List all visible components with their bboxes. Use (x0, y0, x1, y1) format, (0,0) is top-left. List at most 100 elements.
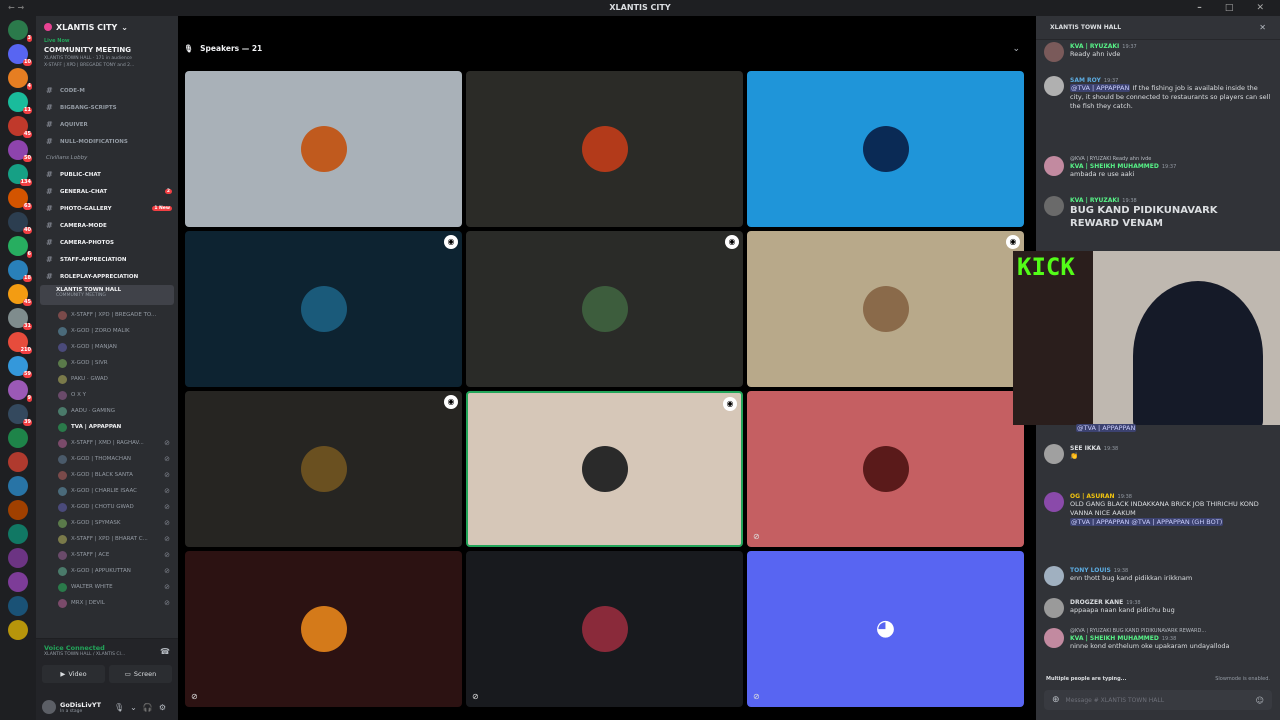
server-icon[interactable]: 45 (8, 116, 32, 138)
channel-item[interactable]: # STAFF-APPRECIATION (36, 251, 178, 268)
voice-user[interactable]: X-STAFF | XPD | BHARAT C... ⊘ (36, 531, 178, 547)
server-icon[interactable]: 11 (8, 92, 32, 114)
voice-user[interactable]: X-GOD | MANJAN (36, 339, 178, 355)
server-header[interactable]: XLANTIS CITY ⌄ (36, 16, 178, 38)
channel-item[interactable]: # CAMERA-MODE (36, 217, 178, 234)
voice-user[interactable]: X-STAFF | ACE ⊘ (36, 547, 178, 563)
server-icon[interactable]: 59 (8, 356, 32, 378)
avatar[interactable] (1044, 196, 1064, 216)
speaker-tile[interactable]: ◉ (466, 231, 743, 387)
close-icon[interactable]: ✕ (1259, 23, 1266, 32)
voice-user[interactable]: PAKU · GWAD (36, 371, 178, 387)
voice-user[interactable]: MRX | DEVIL ⊘ (36, 595, 178, 611)
speaker-tile[interactable]: ⊘ (185, 551, 462, 707)
emoji-icon[interactable]: ☺ (1256, 696, 1264, 705)
voice-user[interactable]: WALTER WHITE ⊘ (36, 579, 178, 595)
server-icon[interactable]: 134 (8, 164, 32, 186)
author-name[interactable]: SEE IKKA (1070, 445, 1101, 452)
collapse-chevron-icon[interactable]: ⌄ (1012, 44, 1020, 54)
voice-user[interactable]: TVA | APPAPPAN (36, 419, 178, 435)
server-icon[interactable]: 63 (8, 188, 32, 210)
voice-user[interactable]: X-GOD | CHARLIE ISAAC ⊘ (36, 483, 178, 499)
server-icon[interactable] (8, 572, 28, 592)
server-icon[interactable]: 9 (8, 380, 32, 402)
speaker-tile[interactable]: ◕ ⊘ (747, 551, 1024, 707)
speaker-tile[interactable]: ◉ (185, 391, 462, 547)
channel-item[interactable]: # BIGBANG-SCRIPTS (36, 99, 178, 116)
screen-button[interactable]: ▭ Screen (109, 665, 172, 683)
window-controls[interactable]: – □ ✕ (1197, 0, 1274, 16)
server-icon[interactable] (8, 596, 28, 616)
avatar[interactable] (1044, 598, 1064, 618)
nav-arrows[interactable]: ← → (8, 0, 24, 16)
add-icon[interactable]: ⊕ (1052, 695, 1060, 705)
server-icon[interactable]: 40 (8, 212, 32, 234)
avatar[interactable] (1044, 156, 1064, 176)
voice-user[interactable]: AADU · GAMING (36, 403, 178, 419)
mention[interactable]: @TVA | APPAPPAN @TVA | APPAPPAN (GH BOT) (1070, 518, 1224, 526)
channel-item[interactable]: # CODE-M (36, 82, 178, 99)
voice-user[interactable]: X-GOD | THOMACHAN ⊘ (36, 451, 178, 467)
channel-item[interactable]: # PHOTO-GALLERY 1 New (36, 200, 178, 217)
speaker-tile[interactable]: ◉ (747, 231, 1024, 387)
author-name[interactable]: KVA | SHEIKH MUHAMMED (1070, 635, 1159, 642)
speaker-tile[interactable] (185, 71, 462, 227)
video-button[interactable]: ▶ Video (42, 665, 105, 683)
channel-item[interactable]: # CAMERA-PHOTOS (36, 234, 178, 251)
voice-user[interactable]: X-GOD | SPYMASK ⊘ (36, 515, 178, 531)
voice-user[interactable]: X-STAFF | XMD | RAGHAV... ⊘ (36, 435, 178, 451)
avatar[interactable] (1044, 628, 1064, 648)
avatar[interactable] (42, 700, 56, 714)
server-icon[interactable] (8, 620, 28, 640)
avatar[interactable] (1044, 492, 1064, 512)
category-header[interactable]: Civilians Lobby (36, 150, 178, 166)
speaker-tile[interactable] (466, 71, 743, 227)
avatar[interactable] (1044, 444, 1064, 464)
server-icon[interactable]: 10 (8, 44, 32, 66)
server-icon[interactable]: 45 (8, 284, 32, 306)
server-icon[interactable] (8, 524, 28, 544)
server-icon[interactable]: 31 (8, 308, 32, 330)
server-icon[interactable]: 18 (8, 260, 32, 282)
channel-item[interactable]: # PUBLIC-CHAT (36, 166, 178, 183)
channel-item[interactable]: # AQUIVER (36, 116, 178, 133)
disconnect-icon[interactable]: ☎ (160, 647, 170, 656)
channel-item[interactable]: # NULL-MODIFICATIONS (36, 133, 178, 150)
server-icon[interactable]: 39 (8, 404, 32, 426)
speaker-tile[interactable]: ◉ (185, 231, 462, 387)
server-icon[interactable] (8, 452, 28, 472)
speaker-tile[interactable] (747, 71, 1024, 227)
voice-user[interactable]: X-STAFF | XPD | BREGADE TO... (36, 307, 178, 323)
author-name[interactable]: KVA | SHEIKH MUHAMMED (1070, 163, 1159, 170)
avatar[interactable] (1044, 42, 1064, 62)
channel-item[interactable]: # GENERAL-CHAT 2 (36, 183, 178, 200)
voice-user[interactable]: O X Y (36, 387, 178, 403)
speaker-tile[interactable]: ⊘ (747, 391, 1024, 547)
speaker-tile[interactable]: ⊘ (466, 551, 743, 707)
author-name[interactable]: TONY LOUIS (1070, 567, 1111, 574)
author-name[interactable]: KVA | RYUZAKI (1070, 197, 1119, 204)
server-icon[interactable] (8, 500, 28, 520)
channel-item[interactable]: # ROLEPLAY-APPRECIATION (36, 268, 178, 285)
message-input[interactable]: ⊕ Message # XLANTIS TOWN HALL ☺ (1044, 690, 1272, 710)
avatar[interactable] (1044, 76, 1064, 96)
server-icon[interactable]: 50 (8, 140, 32, 162)
voice-user[interactable]: X-GOD | SIVR (36, 355, 178, 371)
mention[interactable]: @TVA | APPAPPAN (1070, 84, 1131, 92)
author-name[interactable]: OG | ASURAN (1070, 493, 1115, 500)
voice-user[interactable]: X-GOD | BLACK SANTA ⊘ (36, 467, 178, 483)
author-name[interactable]: SAM ROY (1070, 77, 1101, 84)
voice-user[interactable]: X-GOD | CHOTU GWAD ⊘ (36, 499, 178, 515)
server-icon[interactable]: 3 (8, 20, 32, 42)
active-voice-channel[interactable]: XLANTIS TOWN HALL COMMUNITY MEETING (40, 285, 174, 305)
server-icon[interactable] (8, 548, 28, 568)
voice-user[interactable]: X-GOD | APPUKUTTAN ⊘ (36, 563, 178, 579)
author-name[interactable]: KVA | RYUZAKI (1070, 43, 1119, 50)
server-icon[interactable]: 4 (8, 68, 32, 90)
server-icon[interactable] (8, 428, 28, 448)
author-name[interactable]: DROGZER KANE (1070, 599, 1123, 606)
server-icon[interactable]: 6 (8, 236, 32, 258)
voice-user[interactable]: X-GOD | ZORO MALIK (36, 323, 178, 339)
avatar[interactable] (1044, 566, 1064, 586)
server-icon[interactable] (8, 476, 28, 496)
